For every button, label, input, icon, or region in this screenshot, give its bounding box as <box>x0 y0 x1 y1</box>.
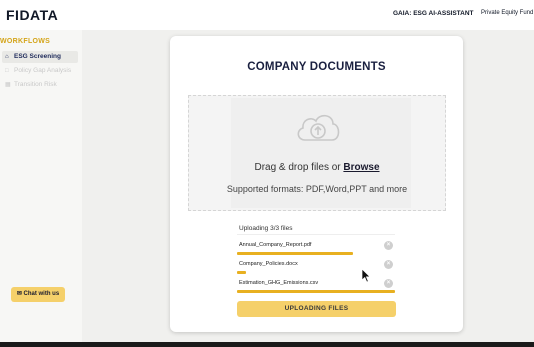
file-name: Estimation_GHG_Emissions.csv <box>239 280 319 286</box>
dropzone-prompt-text: Drag & drop files or <box>254 162 344 173</box>
remove-file-icon[interactable]: × <box>384 260 393 269</box>
document-icon: □ <box>5 68 9 74</box>
upload-file-row: Annual_Company_Report.pdf × <box>237 241 397 257</box>
sidebar-item-policy-gap-analysis[interactable]: □ Policy Gap Analysis <box>2 65 78 77</box>
page-title: COMPANY DOCUMENTS <box>247 61 386 73</box>
browse-link[interactable]: Browse <box>343 162 379 173</box>
bottom-edge-bar <box>0 342 534 347</box>
file-name: Annual_Company_Report.pdf <box>239 242 312 248</box>
top-header: FIDATA GAIA: ESG AI-ASSISTANT Private Eq… <box>0 0 534 30</box>
sidebar-item-esg-screening[interactable]: ⌂ ESG Screening <box>2 51 78 63</box>
remove-file-icon[interactable]: × <box>384 279 393 288</box>
calculator-icon: ▦ <box>5 82 11 88</box>
sidebar-item-transition-risk[interactable]: ▦ Transition Risk <box>2 79 78 91</box>
sidebar-item-label: Policy Gap Analysis <box>14 67 72 74</box>
progress-track <box>237 252 369 255</box>
file-name: Company_Policies.docx <box>239 261 298 267</box>
upload-file-row: Company_Policies.docx × <box>237 260 397 276</box>
dropzone-prompt: Drag & drop files or Browse <box>189 162 445 173</box>
progress-track <box>237 290 397 293</box>
fidata-logo[interactable]: FIDATA <box>6 7 58 23</box>
upload-status: Uploading 3/3 files <box>237 222 395 235</box>
progress-bar <box>237 271 246 274</box>
progress-bar <box>237 252 354 255</box>
supported-formats: Supported formats: PDF,Word,PPT and more <box>226 184 408 194</box>
upload-file-row: Estimation_GHG_Emissions.csv × <box>237 279 397 295</box>
sidebar-item-label: Transition Risk <box>14 81 57 88</box>
chat-button-label: Chat with us <box>23 291 60 297</box>
sidebar-heading: WORKFLOWS <box>0 38 51 45</box>
sidebar-item-label: ESG Screening <box>14 53 61 60</box>
uploading-files-button[interactable]: UPLOADING FILES <box>237 301 396 317</box>
chat-icon: ✉ <box>16 291 22 297</box>
fund-selector-link[interactable]: Private Equity Fund <box>481 10 533 16</box>
mouse-cursor-icon <box>361 268 371 283</box>
remove-file-icon[interactable]: × <box>384 241 393 250</box>
progress-bar <box>237 290 396 293</box>
cloud-upload-icon <box>297 114 340 141</box>
chat-with-us-button[interactable]: ✉ Chat with us <box>11 287 65 302</box>
company-documents-card: COMPANY DOCUMENTS Drag & drop files or B… <box>170 36 463 332</box>
app-name: GAIA: ESG AI-ASSISTANT <box>393 10 474 17</box>
file-dropzone[interactable]: Drag & drop files or Browse Supported fo… <box>188 95 446 211</box>
home-icon: ⌂ <box>5 54 9 60</box>
